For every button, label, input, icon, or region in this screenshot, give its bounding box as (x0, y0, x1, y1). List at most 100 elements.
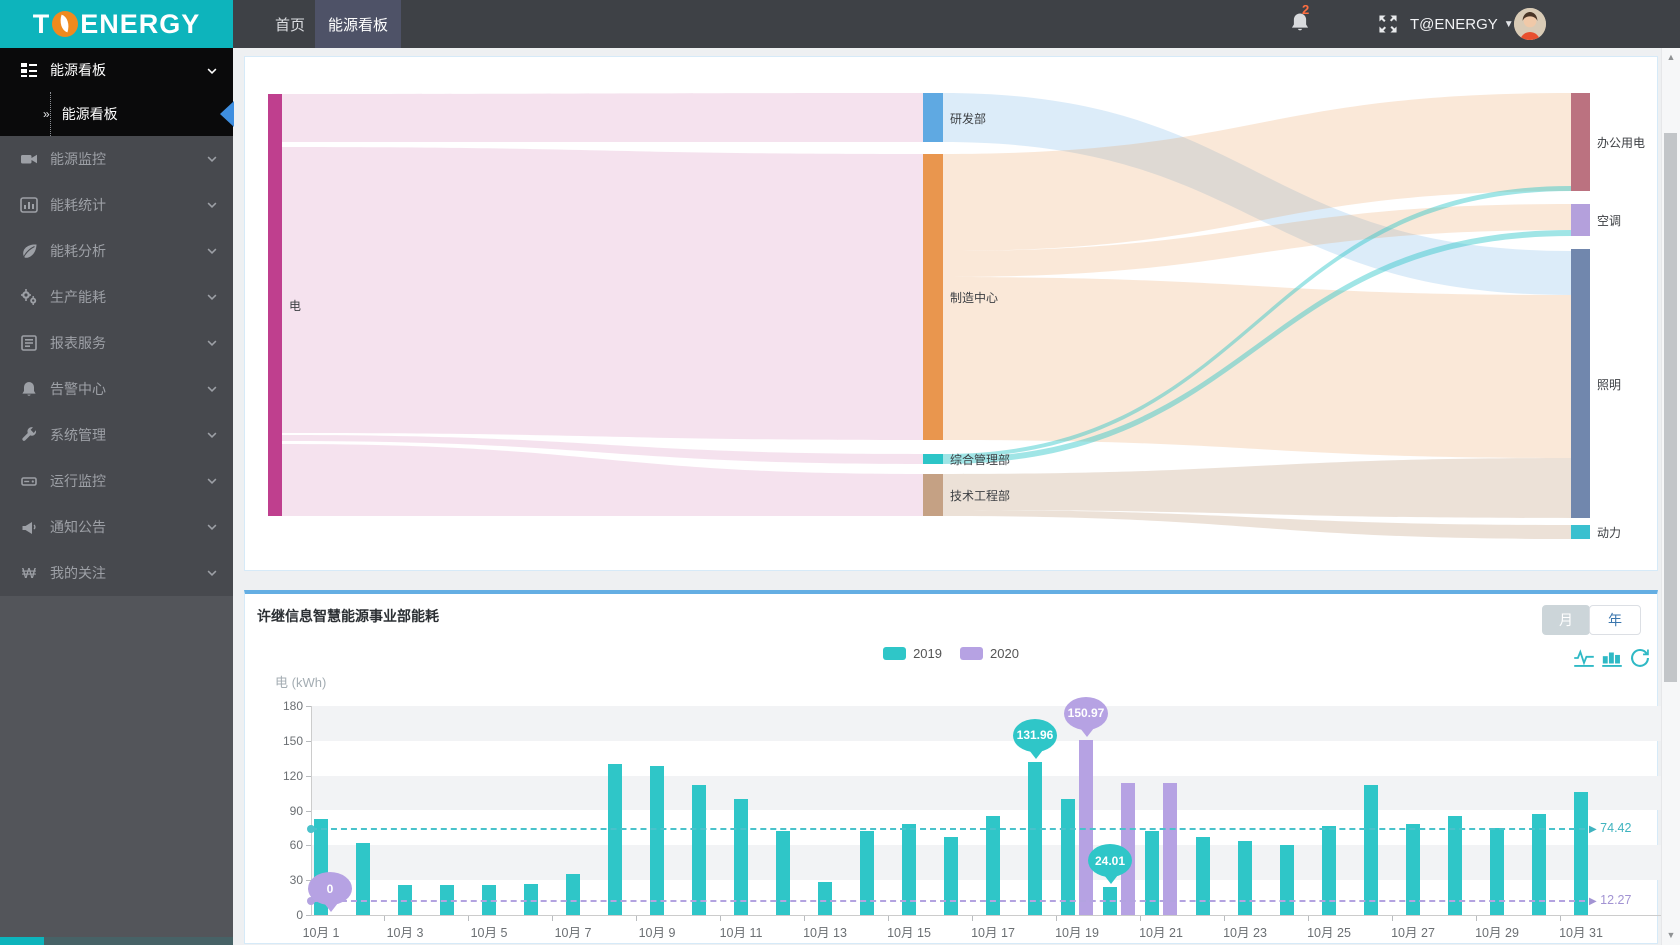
user-menu[interactable]: T@ENERGY ▼ (1410, 0, 1514, 48)
sidebar-item-label: 告警中心 (50, 381, 106, 397)
marker-2020-150.97: 150.97 (1064, 696, 1110, 737)
sidebar-item-告警中心[interactable]: 告警中心 (0, 366, 233, 412)
refresh-icon[interactable] (1629, 647, 1651, 669)
bar-2019-10月14[interactable] (860, 831, 874, 915)
marker-tail (1080, 727, 1094, 737)
sidebar-item-label: 能源监控 (50, 151, 106, 167)
logo-suffix: ENERGY (80, 8, 201, 39)
sankey-node-电[interactable] (268, 94, 282, 516)
chart-legend: 2019 2020 (245, 646, 1657, 661)
chevron-down-icon (205, 474, 219, 491)
bar-2019-10月8[interactable] (608, 764, 622, 915)
chevron-down-icon (205, 152, 219, 169)
bar-2019-10月22[interactable] (1196, 837, 1210, 915)
sidebar-item-系统管理[interactable]: 系统管理 (0, 412, 233, 458)
tab-能源看板[interactable]: 能源看板 (315, 0, 401, 48)
sidebar-subitem-能源看板[interactable]: » 能源看板 (0, 92, 234, 136)
toggle-年[interactable]: 年 (1589, 605, 1641, 635)
sidebar-item-能源监控[interactable]: 能源监控 (0, 136, 233, 182)
notification-bell-icon[interactable] (1283, 10, 1319, 40)
camera-icon (17, 150, 41, 168)
legend-item-2020[interactable]: 2020 (960, 646, 1019, 661)
bar-2019-10月10[interactable] (692, 784, 706, 915)
bar-2019-10月23[interactable] (1238, 840, 1252, 915)
bar-2019-10月2[interactable] (356, 843, 370, 915)
sidebar-item-label: 系统管理 (50, 427, 106, 443)
x-tick-mark (1224, 916, 1225, 921)
bar-2019-10月11[interactable] (734, 798, 748, 915)
sankey-node-办公用电[interactable] (1571, 93, 1590, 191)
marker-balloon: 150.97 (1064, 696, 1108, 730)
chevron-down-icon (205, 336, 219, 353)
sidebar-item-label: 能耗统计 (50, 197, 106, 213)
sankey-node-照明[interactable] (1571, 249, 1590, 518)
double-angle-icon: » (43, 107, 50, 121)
sidebar-hscrollbar-thumb[interactable] (0, 937, 44, 945)
sankey-node-label-研发部: 研发部 (950, 111, 987, 126)
scroll-down-icon[interactable]: ▼ (1664, 930, 1678, 940)
legend-item-2019[interactable]: 2019 (883, 646, 942, 661)
sankey-node-动力[interactable] (1571, 525, 1590, 539)
y-tick-mark (306, 810, 311, 812)
bar-2019-10月7[interactable] (566, 874, 580, 915)
sidebar-item-能耗分析[interactable]: 能耗分析 (0, 228, 233, 274)
sidebar-item-能耗统计[interactable]: 能耗统计 (0, 182, 233, 228)
sidebar-item-通知公告[interactable]: 通知公告 (0, 504, 233, 550)
sankey-node-综合管理部[interactable] (923, 454, 943, 464)
bar-2020-10月21[interactable] (1163, 782, 1177, 915)
sankey-link-电-研发部[interactable] (282, 93, 923, 142)
scroll-up-icon[interactable]: ▲ (1664, 52, 1678, 62)
bar-2019-10月16[interactable] (944, 837, 958, 915)
x-axis-label: 10月 5 (470, 926, 508, 940)
x-axis-label: 10月 15 (887, 926, 931, 940)
bar-chart-toggle-icon[interactable] (1601, 647, 1623, 669)
sidebar-item-能源看板[interactable]: 能源看板 (0, 48, 233, 92)
x-tick-mark (804, 916, 805, 921)
grid-band (311, 706, 1680, 741)
bar-2019-10月12[interactable] (776, 831, 790, 915)
fullscreen-icon[interactable] (1377, 13, 1399, 35)
avatar[interactable] (1514, 8, 1546, 40)
bar-2019-10月19[interactable] (1061, 798, 1075, 915)
bar-2019-10月13[interactable] (818, 882, 832, 915)
x-axis-label: 10月 21 (1139, 926, 1183, 940)
chevron-down-icon (205, 290, 219, 307)
sidebar-item-label: 我的关注 (50, 565, 106, 581)
line-chart-toggle-icon[interactable] (1573, 647, 1595, 669)
notification-badge: 2 (1302, 2, 1310, 17)
chevron-down-icon (205, 520, 219, 537)
toggle-月[interactable]: 月 (1542, 605, 1590, 635)
sidebar-item-生产能耗[interactable]: 生产能耗 (0, 274, 233, 320)
sankey-link-制造中心-照明[interactable] (943, 277, 1571, 458)
bar-2019-10月18[interactable] (1028, 761, 1042, 915)
sankey-node-空调[interactable] (1571, 204, 1590, 236)
bar-2019-10月24[interactable] (1280, 845, 1294, 915)
arrow-right-icon: ▶ (1589, 823, 1597, 835)
x-axis-label: 10月 27 (1391, 926, 1435, 940)
x-axis-label: 10月 25 (1307, 926, 1351, 940)
vertical-scrollbar-thumb[interactable] (1664, 133, 1677, 682)
drive-icon (17, 472, 41, 490)
sankey-link-技术工程部-照明[interactable] (943, 458, 1571, 518)
x-tick-mark (972, 916, 973, 921)
y-tick-mark (306, 740, 311, 742)
x-tick-mark (720, 916, 721, 921)
bar-2019-10月9[interactable] (650, 766, 664, 915)
sidebar-item-报表服务[interactable]: 报表服务 (0, 320, 233, 366)
x-tick-mark (636, 916, 637, 921)
bar-2019-10月29[interactable] (1490, 827, 1504, 915)
bar-2019-10月31[interactable] (1574, 791, 1588, 915)
sankey-node-技术工程部[interactable] (923, 474, 943, 516)
sankey-node-制造中心[interactable] (923, 154, 943, 440)
sidebar-item-运行监控[interactable]: 运行监控 (0, 458, 233, 504)
y-tick-mark (306, 706, 311, 707)
sidebar-item-label: 运行监控 (50, 473, 106, 489)
sidebar-item-我的关注[interactable]: ₩ 我的关注 (0, 550, 233, 596)
bar-2019-10月26[interactable] (1364, 784, 1378, 915)
sankey-node-label-电: 电 (289, 299, 302, 313)
sidebar: 能源看板 » 能源看板能源监控能耗统计能耗分析 生产能耗 报表服务告警中心系统管理运行监… (0, 48, 234, 937)
average-line-2020 (311, 899, 1585, 902)
bar-2019-10月21[interactable] (1145, 831, 1159, 915)
sankey-link-电-制造中心[interactable] (282, 147, 923, 440)
sankey-node-研发部[interactable] (923, 93, 943, 142)
